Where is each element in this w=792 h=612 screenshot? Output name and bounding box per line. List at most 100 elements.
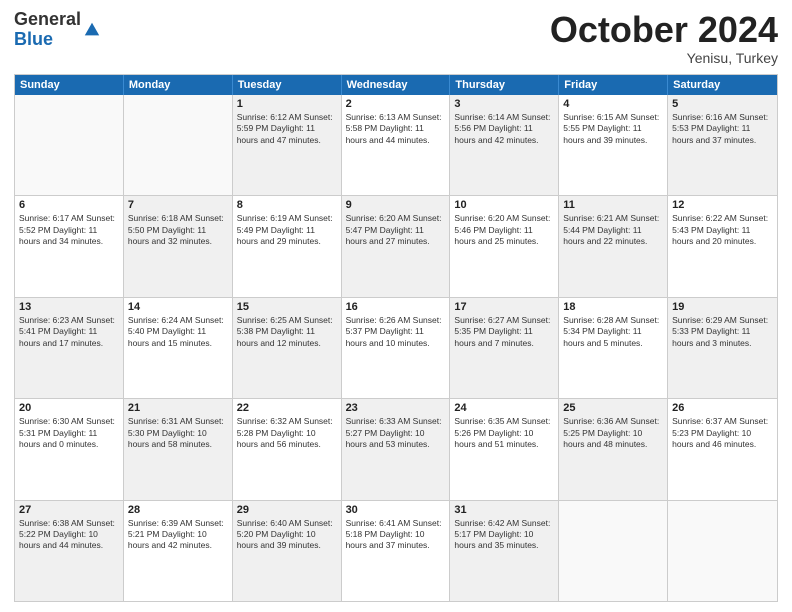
cell-info: Sunrise: 6:41 AM Sunset: 5:18 PM Dayligh… xyxy=(346,518,446,552)
calendar-cell: 1 Sunrise: 6:12 AM Sunset: 5:59 PM Daylig… xyxy=(233,95,342,195)
cell-info: Sunrise: 6:12 AM Sunset: 5:59 PM Dayligh… xyxy=(237,112,337,146)
calendar-cell: 26 Sunrise: 6:37 AM Sunset: 5:23 PM Dayli… xyxy=(668,399,777,499)
day-number: 19 xyxy=(672,301,773,313)
day-number: 26 xyxy=(672,402,773,414)
calendar-cell xyxy=(15,95,124,195)
calendar-cell: 31 Sunrise: 6:42 AM Sunset: 5:17 PM Dayli… xyxy=(450,501,559,601)
calendar-cell: 6Sunrise: 6:17 AM Sunset: 5:52 PM Daylig… xyxy=(15,196,124,296)
calendar-cell xyxy=(668,501,777,601)
day-number: 4 xyxy=(563,98,663,110)
day-number: 11 xyxy=(563,199,663,211)
cell-info: Sunrise: 6:22 AM Sunset: 5:43 PM Dayligh… xyxy=(672,213,773,247)
calendar-cell: 23Sunrise: 6:33 AM Sunset: 5:27 PM Dayli… xyxy=(342,399,451,499)
day-number: 29 xyxy=(237,504,337,516)
calendar-cell: 28 Sunrise: 6:39 AM Sunset: 5:21 PM Dayli… xyxy=(124,501,233,601)
calendar-row: 13 Sunrise: 6:23 AM Sunset: 5:41 PM Dayli… xyxy=(15,297,777,398)
calendar-cell: 19 Sunrise: 6:29 AM Sunset: 5:33 PM Dayli… xyxy=(668,298,777,398)
calendar-cell: 14Sunrise: 6:24 AM Sunset: 5:40 PM Dayli… xyxy=(124,298,233,398)
cell-info: Sunrise: 6:39 AM Sunset: 5:21 PM Dayligh… xyxy=(128,518,228,552)
calendar-cell: 30 Sunrise: 6:41 AM Sunset: 5:18 PM Dayli… xyxy=(342,501,451,601)
calendar-row: 27 Sunrise: 6:38 AM Sunset: 5:22 PM Dayli… xyxy=(15,500,777,601)
calendar-body: 1 Sunrise: 6:12 AM Sunset: 5:59 PM Daylig… xyxy=(15,95,777,601)
logo-blue: Blue xyxy=(14,29,53,49)
weekday-header: Thursday xyxy=(450,75,559,95)
page: General Blue October 2024 Yenisu, Turkey… xyxy=(0,0,792,612)
calendar-cell: 11Sunrise: 6:21 AM Sunset: 5:44 PM Dayli… xyxy=(559,196,668,296)
cell-info: Sunrise: 6:20 AM Sunset: 5:47 PM Dayligh… xyxy=(346,213,446,247)
day-number: 20 xyxy=(19,402,119,414)
calendar-cell: 15Sunrise: 6:25 AM Sunset: 5:38 PM Dayli… xyxy=(233,298,342,398)
calendar-cell: 25Sunrise: 6:36 AM Sunset: 5:25 PM Dayli… xyxy=(559,399,668,499)
cell-info: Sunrise: 6:25 AM Sunset: 5:38 PM Dayligh… xyxy=(237,315,337,349)
calendar-cell xyxy=(559,501,668,601)
day-number: 28 xyxy=(128,504,228,516)
calendar-cell: 29Sunrise: 6:40 AM Sunset: 5:20 PM Dayli… xyxy=(233,501,342,601)
logo: General Blue xyxy=(14,10,101,50)
day-number: 27 xyxy=(19,504,119,516)
day-number: 30 xyxy=(346,504,446,516)
calendar-cell: 12Sunrise: 6:22 AM Sunset: 5:43 PM Dayli… xyxy=(668,196,777,296)
day-number: 5 xyxy=(672,98,773,110)
cell-info: Sunrise: 6:30 AM Sunset: 5:31 PM Dayligh… xyxy=(19,416,119,450)
weekday-header: Saturday xyxy=(668,75,777,95)
day-number: 13 xyxy=(19,301,119,313)
cell-info: Sunrise: 6:38 AM Sunset: 5:22 PM Dayligh… xyxy=(19,518,119,552)
cell-info: Sunrise: 6:19 AM Sunset: 5:49 PM Dayligh… xyxy=(237,213,337,247)
calendar-cell: 3 Sunrise: 6:14 AM Sunset: 5:56 PM Daylig… xyxy=(450,95,559,195)
day-number: 31 xyxy=(454,504,554,516)
day-number: 21 xyxy=(128,402,228,414)
weekday-header: Monday xyxy=(124,75,233,95)
cell-info: Sunrise: 6:24 AM Sunset: 5:40 PM Dayligh… xyxy=(128,315,228,349)
header: General Blue October 2024 Yenisu, Turkey xyxy=(14,10,778,66)
cell-info: Sunrise: 6:23 AM Sunset: 5:41 PM Dayligh… xyxy=(19,315,119,349)
cell-info: Sunrise: 6:14 AM Sunset: 5:56 PM Dayligh… xyxy=(454,112,554,146)
logo-general: General xyxy=(14,9,81,29)
month-title: October 2024 xyxy=(550,10,778,50)
cell-info: Sunrise: 6:20 AM Sunset: 5:46 PM Dayligh… xyxy=(454,213,554,247)
cell-info: Sunrise: 6:28 AM Sunset: 5:34 PM Dayligh… xyxy=(563,315,663,349)
calendar-cell: 16 Sunrise: 6:26 AM Sunset: 5:37 PM Dayli… xyxy=(342,298,451,398)
day-number: 25 xyxy=(563,402,663,414)
calendar-cell: 5Sunrise: 6:16 AM Sunset: 5:53 PM Daylig… xyxy=(668,95,777,195)
day-number: 22 xyxy=(237,402,337,414)
cell-info: Sunrise: 6:29 AM Sunset: 5:33 PM Dayligh… xyxy=(672,315,773,349)
logo-text: General Blue xyxy=(14,10,101,50)
calendar-cell: 2Sunrise: 6:13 AM Sunset: 5:58 PM Daylig… xyxy=(342,95,451,195)
calendar-row: 20 Sunrise: 6:30 AM Sunset: 5:31 PM Dayli… xyxy=(15,398,777,499)
calendar-cell: 24Sunrise: 6:35 AM Sunset: 5:26 PM Dayli… xyxy=(450,399,559,499)
cell-info: Sunrise: 6:15 AM Sunset: 5:55 PM Dayligh… xyxy=(563,112,663,146)
day-number: 16 xyxy=(346,301,446,313)
calendar-cell: 9Sunrise: 6:20 AM Sunset: 5:47 PM Daylig… xyxy=(342,196,451,296)
day-number: 1 xyxy=(237,98,337,110)
calendar-cell: 8 Sunrise: 6:19 AM Sunset: 5:49 PM Daylig… xyxy=(233,196,342,296)
cell-info: Sunrise: 6:18 AM Sunset: 5:50 PM Dayligh… xyxy=(128,213,228,247)
weekday-header: Wednesday xyxy=(342,75,451,95)
day-number: 3 xyxy=(454,98,554,110)
cell-info: Sunrise: 6:42 AM Sunset: 5:17 PM Dayligh… xyxy=(454,518,554,552)
calendar: SundayMondayTuesdayWednesdayThursdayFrid… xyxy=(14,74,778,602)
calendar-cell: 21 Sunrise: 6:31 AM Sunset: 5:30 PM Dayli… xyxy=(124,399,233,499)
day-number: 18 xyxy=(563,301,663,313)
calendar-cell: 7Sunrise: 6:18 AM Sunset: 5:50 PM Daylig… xyxy=(124,196,233,296)
cell-info: Sunrise: 6:32 AM Sunset: 5:28 PM Dayligh… xyxy=(237,416,337,450)
cell-info: Sunrise: 6:35 AM Sunset: 5:26 PM Dayligh… xyxy=(454,416,554,450)
calendar-cell: 20 Sunrise: 6:30 AM Sunset: 5:31 PM Dayli… xyxy=(15,399,124,499)
weekday-header: Tuesday xyxy=(233,75,342,95)
cell-info: Sunrise: 6:26 AM Sunset: 5:37 PM Dayligh… xyxy=(346,315,446,349)
calendar-cell: 27 Sunrise: 6:38 AM Sunset: 5:22 PM Dayli… xyxy=(15,501,124,601)
cell-info: Sunrise: 6:37 AM Sunset: 5:23 PM Dayligh… xyxy=(672,416,773,450)
calendar-cell: 4 Sunrise: 6:15 AM Sunset: 5:55 PM Daylig… xyxy=(559,95,668,195)
cell-info: Sunrise: 6:31 AM Sunset: 5:30 PM Dayligh… xyxy=(128,416,228,450)
day-number: 2 xyxy=(346,98,446,110)
day-number: 8 xyxy=(237,199,337,211)
calendar-row: 1 Sunrise: 6:12 AM Sunset: 5:59 PM Daylig… xyxy=(15,95,777,195)
weekday-header: Sunday xyxy=(15,75,124,95)
calendar-cell: 22 Sunrise: 6:32 AM Sunset: 5:28 PM Dayli… xyxy=(233,399,342,499)
title-block: October 2024 Yenisu, Turkey xyxy=(550,10,778,66)
calendar-row: 6Sunrise: 6:17 AM Sunset: 5:52 PM Daylig… xyxy=(15,195,777,296)
cell-info: Sunrise: 6:27 AM Sunset: 5:35 PM Dayligh… xyxy=(454,315,554,349)
weekday-header: Friday xyxy=(559,75,668,95)
cell-info: Sunrise: 6:17 AM Sunset: 5:52 PM Dayligh… xyxy=(19,213,119,247)
calendar-cell xyxy=(124,95,233,195)
day-number: 23 xyxy=(346,402,446,414)
